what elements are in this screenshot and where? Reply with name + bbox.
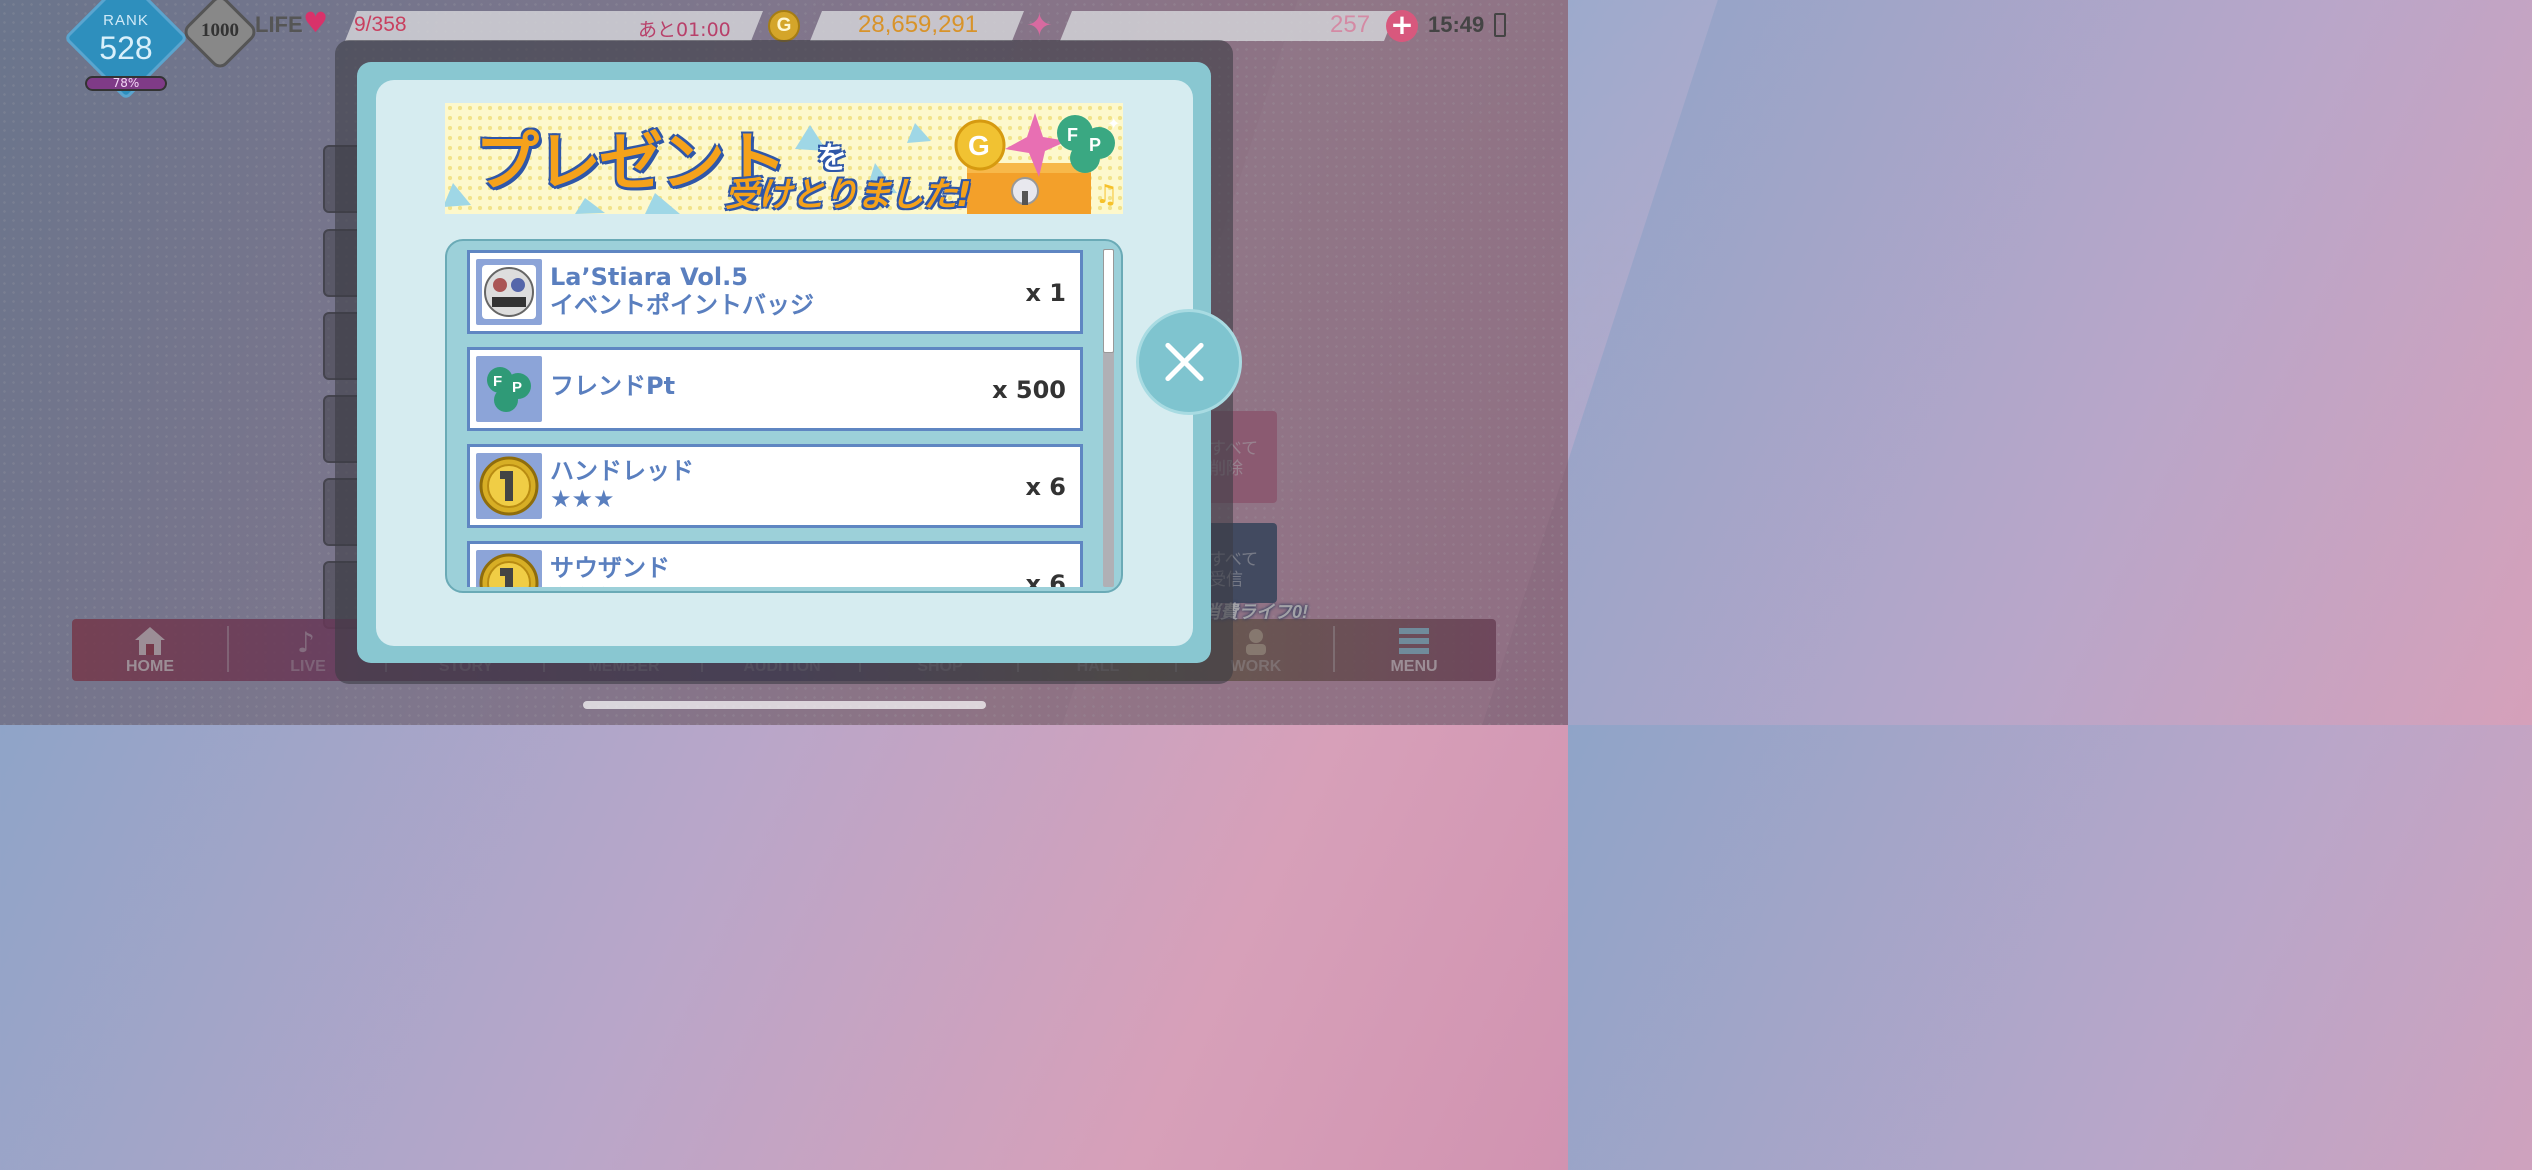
- item-name: La’Stiara Vol.5: [550, 263, 748, 291]
- life-count: 9/358: [354, 13, 407, 36]
- clock: 15:49: [1428, 12, 1485, 37]
- item-name: サウザンド: [550, 554, 670, 582]
- present-item-row[interactable]: ハンドレッド ★★★ x 6: [467, 444, 1083, 528]
- rank-label: RANK: [103, 12, 149, 29]
- item-subtitle: ★★★: [550, 582, 615, 587]
- svg-text:F: F: [1067, 125, 1078, 145]
- gold-coin-icon: [476, 453, 542, 519]
- home-indicator[interactable]: [583, 701, 986, 709]
- rank-progress: 78%: [85, 76, 167, 91]
- present-banner: G F P ♫ ✦ プレゼント を 受けとりました!: [445, 103, 1123, 214]
- item-name: フレンドPt: [550, 372, 676, 400]
- rank-emblem-value: 1000: [201, 20, 239, 41]
- svg-text:♫: ♫: [1095, 180, 1118, 210]
- gold-icon: G: [768, 10, 800, 42]
- present-item-row[interactable]: サウザンド★★★ x 6: [467, 541, 1083, 587]
- svg-text:✦: ✦: [1107, 114, 1120, 133]
- gold-amount: 28,659,291: [858, 11, 979, 38]
- banner-subtitle: 受けとりました!: [725, 175, 972, 214]
- list-scrollbar-thumb[interactable]: [1103, 249, 1114, 353]
- item-name: ハンドレッド: [550, 457, 694, 485]
- svg-text:G: G: [968, 130, 990, 161]
- present-item-row[interactable]: La’Stiara Vol.5 イベントポイントバッジ x 1: [467, 250, 1083, 334]
- item-quantity: x 500: [992, 376, 1066, 404]
- add-gems-button[interactable]: +: [1386, 10, 1418, 42]
- item-subtitle: ★★★: [550, 485, 615, 513]
- present-item-list[interactable]: La’Stiara Vol.5 イベントポイントバッジ x 1 F P フレンドPt x 5…: [445, 239, 1123, 593]
- life-timer: あと01:00: [638, 19, 731, 41]
- heart-icon: ♥: [303, 6, 329, 39]
- gold-coin-icon: [476, 550, 542, 587]
- gem-star-icon: ✦: [1026, 6, 1053, 44]
- battery-icon: [1494, 13, 1506, 37]
- rank-value: 528: [99, 30, 153, 66]
- event-badge-icon: [476, 259, 542, 325]
- friend-clover-icon: FP: [476, 356, 542, 422]
- life-label: LIFE: [255, 12, 303, 37]
- item-quantity: x 6: [1025, 570, 1066, 587]
- svg-text:P: P: [1089, 135, 1101, 155]
- item-subtitle: イベントポイントバッジ: [550, 291, 814, 319]
- gem-amount: 257: [1330, 11, 1371, 38]
- item-quantity: x 1: [1025, 279, 1066, 307]
- list-scrollbar[interactable]: [1103, 249, 1114, 587]
- svg-text:F: F: [493, 373, 502, 390]
- close-icon: [1155, 334, 1213, 392]
- item-list-viewport[interactable]: La’Stiara Vol.5 イベントポイントバッジ x 1 F P フレンドPt x 5…: [465, 249, 1085, 587]
- present-item-row[interactable]: F P フレンドPt x 500: [467, 347, 1083, 431]
- item-quantity: x 6: [1025, 473, 1066, 501]
- svg-text:P: P: [512, 379, 522, 396]
- close-button[interactable]: [1136, 309, 1242, 415]
